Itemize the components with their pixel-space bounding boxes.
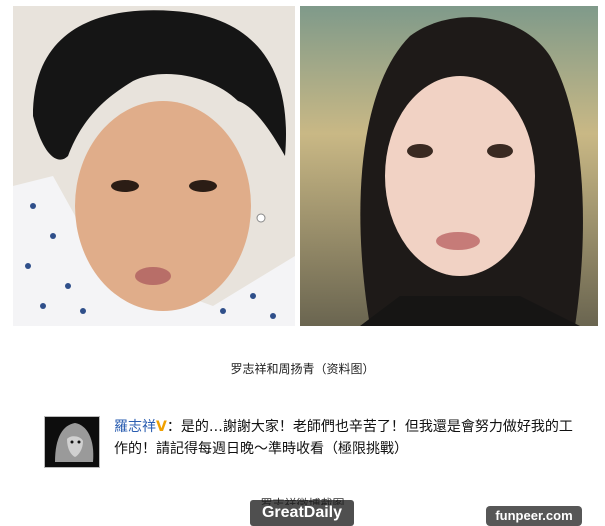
post-separator: ： (166, 419, 181, 435)
right-photo (300, 6, 598, 326)
funpeer-watermark: funpeer.com (486, 506, 582, 526)
greatdaily-watermark: GreatDaily (250, 500, 354, 526)
lion-avatar-icon (45, 417, 99, 467)
left-photo (13, 6, 295, 326)
weibo-post: 羅志祥V：是的…謝謝大家！老師們也辛苦了！但我還是會努力做好我的工作的！請記得每… (44, 416, 584, 476)
post-message: 是的…謝謝大家！老師們也辛苦了！但我還是會努力做好我的工作的！請記得每週日晚～準… (114, 419, 573, 457)
post-username[interactable]: 羅志祥 (114, 419, 156, 435)
avatar[interactable] (44, 416, 100, 468)
verified-icon: V (156, 419, 167, 435)
right-photo-image (300, 6, 598, 326)
post-text: 羅志祥V：是的…謝謝大家！老師們也辛苦了！但我還是會努力做好我的工作的！請記得每… (114, 416, 584, 460)
photo-caption: 罗志祥和周扬青（资料图） (230, 362, 375, 376)
left-photo-image (13, 6, 295, 326)
